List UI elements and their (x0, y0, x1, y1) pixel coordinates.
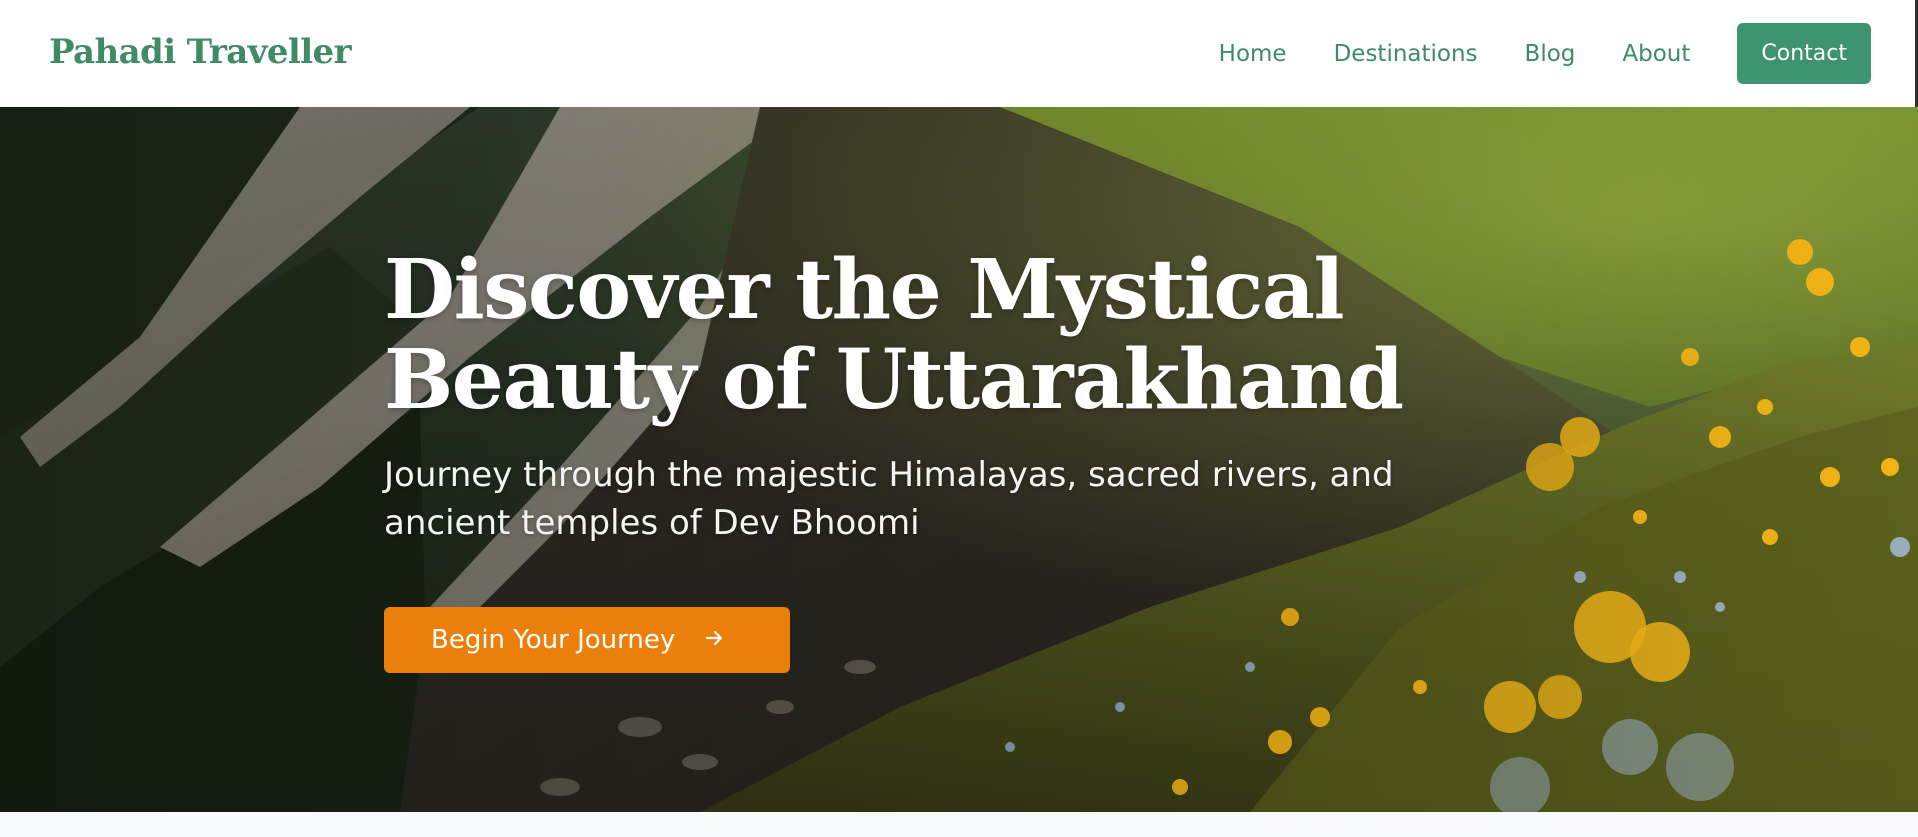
hero-subtitle: Journey through the majestic Himalayas, … (384, 455, 1394, 543)
hero-content: Discover the Mystical Beauty of Uttarakh… (384, 245, 1484, 547)
hero-title-line-2: Beauty of Uttarakhand (384, 332, 1404, 428)
nav-about[interactable]: About (1622, 41, 1690, 67)
begin-journey-label: Begin Your Journey (431, 625, 676, 655)
brand-logo[interactable]: Pahadi Traveller (49, 32, 352, 72)
hero-section: Discover the Mystical Beauty of Uttarakh… (0, 107, 1918, 812)
nav-destinations[interactable]: Destinations (1334, 41, 1478, 67)
hero-title: Discover the Mystical Beauty of Uttarakh… (384, 245, 1484, 425)
site-header: Pahadi Traveller Home Destinations Blog … (0, 0, 1918, 107)
nav-home[interactable]: Home (1219, 41, 1287, 67)
main-nav: Home Destinations Blog About Contact (1219, 23, 1871, 84)
arrow-right-icon (705, 628, 725, 653)
hero-title-line-1: Discover the Mystical (384, 242, 1345, 338)
nav-blog[interactable]: Blog (1525, 41, 1576, 67)
begin-journey-button[interactable]: Begin Your Journey (384, 607, 790, 673)
contact-button[interactable]: Contact (1737, 23, 1871, 84)
next-section-edge (0, 812, 1918, 837)
